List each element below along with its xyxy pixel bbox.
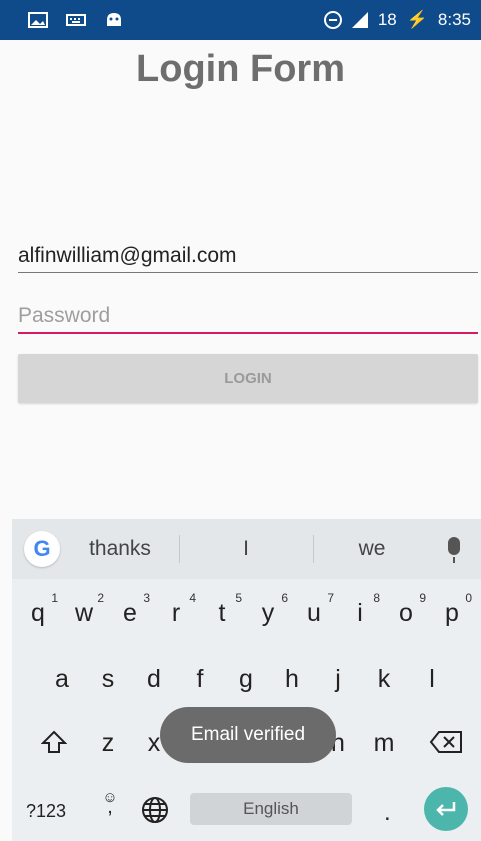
key-h[interactable]: h [272,665,312,694]
suggestion-2[interactable]: I [186,537,306,561]
key-o[interactable]: o9 [386,591,426,628]
password-field[interactable]: Password [18,304,478,334]
symbols-key[interactable]: ?123 [26,801,66,822]
globe-icon [142,797,168,823]
page-title: Login Form [136,48,345,90]
key-p[interactable]: p0 [432,591,472,628]
shift-icon [40,730,68,753]
soft-keyboard: G thanks I we q1 w2 e3 r4 t5 y6 u7 i8 o9… [12,519,481,841]
key-l[interactable]: l [412,665,452,694]
key-u[interactable]: u7 [294,591,334,628]
key-e[interactable]: e3 [110,591,150,628]
battery-level: 18 [377,10,397,29]
charging-icon: ⚡ [406,10,428,29]
suggestion-1[interactable]: thanks [60,537,180,561]
do-not-disturb-icon [323,11,342,29]
suggestion-divider [179,535,180,563]
key-i[interactable]: i8 [340,591,380,628]
backspace-key[interactable] [426,729,466,762]
key-q[interactable]: q1 [18,591,58,628]
key-w[interactable]: w2 [64,591,104,628]
clock: 8:35 [437,10,471,29]
key-j[interactable]: j [318,665,358,694]
key-z[interactable]: z [88,729,128,758]
key-k[interactable]: k [364,665,404,694]
key-m[interactable]: m [364,729,404,758]
google-icon[interactable]: G [24,531,60,567]
signal-icon [351,12,368,28]
login-button[interactable]: LOGIN [18,354,478,403]
key-t[interactable]: t5 [202,591,242,628]
microphone-icon[interactable] [448,537,460,563]
key-g[interactable]: g [226,665,266,694]
enter-icon [436,802,456,816]
period-key[interactable]: . [384,799,391,827]
android-icon [104,12,124,28]
enter-key[interactable] [424,787,468,831]
image-icon [28,12,48,28]
key-f[interactable]: f [180,665,220,694]
globe-key[interactable] [140,795,170,830]
suggestion-bar: G thanks I we [12,519,481,579]
status-bar: 18 ⚡ 8:35 [0,0,481,40]
backspace-icon [429,731,462,753]
toast-message: Email verified [160,707,336,763]
shift-key[interactable] [34,729,74,762]
key-d[interactable]: d [134,665,174,694]
suggestion-3[interactable]: we [312,537,432,561]
space-key[interactable]: English [190,793,352,825]
key-a[interactable]: a [42,665,82,694]
key-s[interactable]: s [88,665,128,694]
keyboard-icon [66,12,86,28]
key-r[interactable]: r4 [156,591,196,628]
emoji-comma-key[interactable]: ☺ , [100,789,120,819]
key-y[interactable]: y6 [248,591,288,628]
email-field[interactable]: alfinwilliam@gmail.com [18,244,478,273]
